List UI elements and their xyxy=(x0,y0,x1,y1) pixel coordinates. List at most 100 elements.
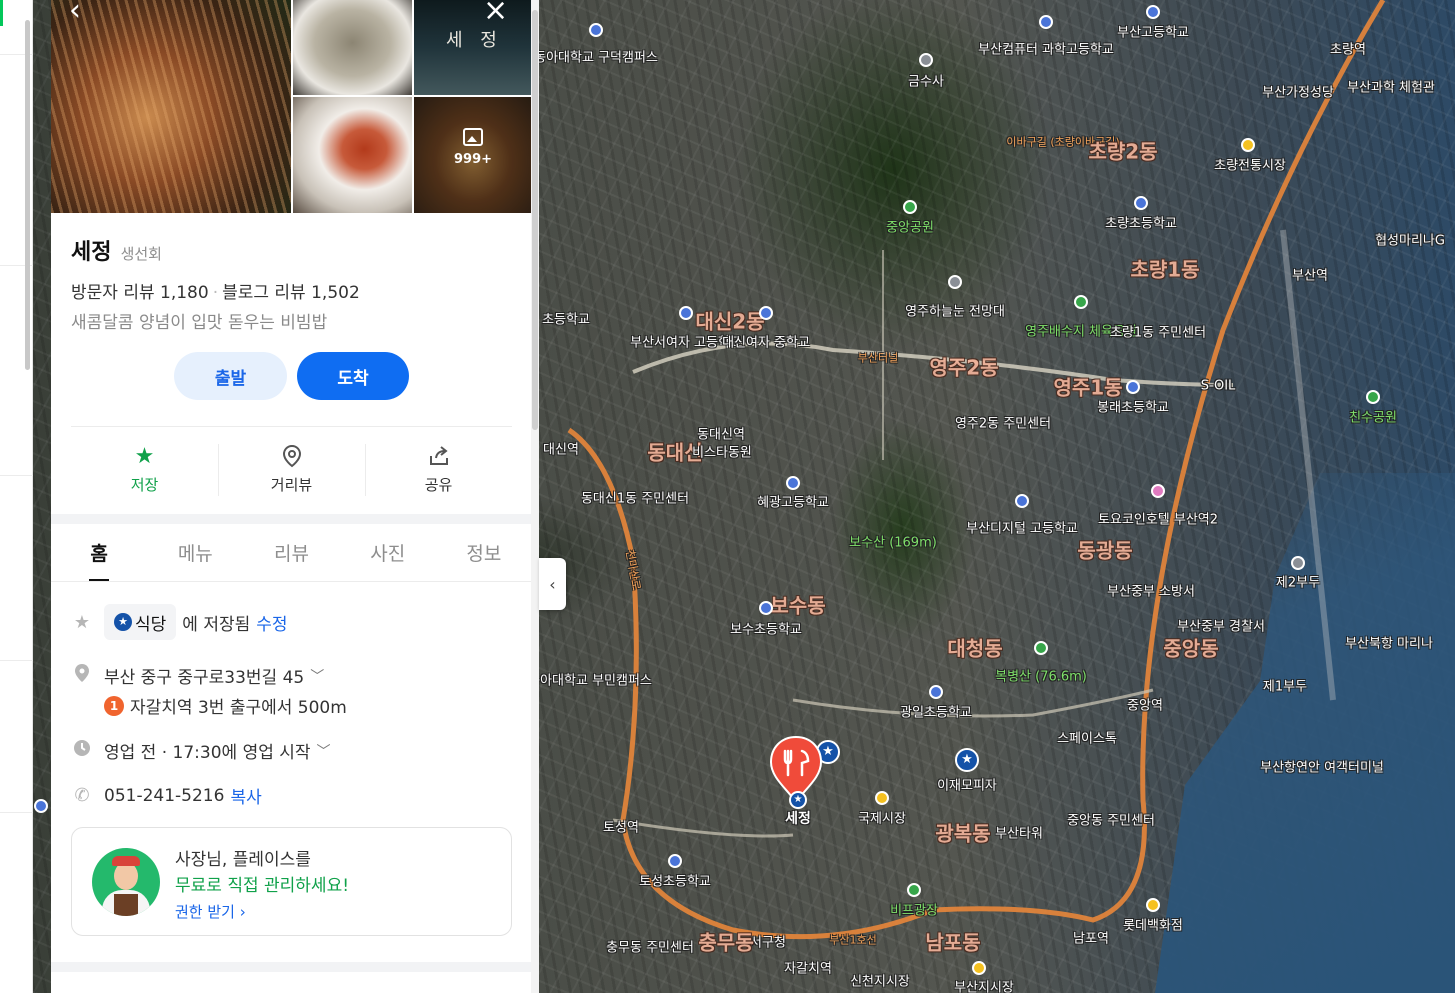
photo-main[interactable] xyxy=(51,0,291,213)
school-poi-icon[interactable] xyxy=(929,685,943,699)
map-label[interactable]: 영주1동 xyxy=(1053,378,1122,398)
map-label[interactable]: 대신여자 중학교 xyxy=(722,336,810,351)
map-label[interactable]: 충무동 주민센터 xyxy=(606,941,694,956)
map-label[interactable]: 광복동 xyxy=(935,824,990,844)
map-label[interactable]: 복병산 (76.6m) xyxy=(995,670,1087,685)
school-poi-icon[interactable] xyxy=(759,306,773,320)
tab-menu[interactable]: 메뉴 xyxy=(147,524,243,581)
map-label[interactable]: 부산고등학교 xyxy=(1117,26,1189,41)
map-label[interactable]: 서구청 xyxy=(750,936,786,951)
school-poi-icon[interactable] xyxy=(786,476,800,490)
owner-promo-card[interactable]: 사장님, 플레이스를 무료로 직접 관리하세요! 권한 받기 › xyxy=(71,827,512,936)
map-label[interactable]: 부산컴퓨터 과학고등학교 xyxy=(978,43,1114,58)
map-label[interactable]: 중앙역 xyxy=(1127,699,1163,714)
map-label[interactable]: 초량전통시장 xyxy=(1214,159,1286,174)
map-label[interactable]: 보수동 xyxy=(770,596,825,616)
map-label[interactable]: 영주하늘눈 전망대 xyxy=(905,305,1005,320)
hotel-poi-icon[interactable] xyxy=(1151,484,1165,498)
share-button[interactable]: 공유 xyxy=(365,438,512,500)
map-label[interactable]: 영주2동 주민센터 xyxy=(955,417,1051,432)
market-poi-icon[interactable] xyxy=(1241,138,1255,152)
map-label[interactable]: 비프광장 xyxy=(890,904,938,919)
map-label[interactable]: 부산북항 마리나 xyxy=(1345,637,1433,652)
map-label[interactable]: 부산타워 xyxy=(995,827,1043,842)
map-label[interactable]: 초량초등학교 xyxy=(1105,217,1177,232)
school-poi-icon[interactable] xyxy=(1015,494,1029,508)
map-label[interactable]: 초량역 xyxy=(1330,43,1366,58)
map-label[interactable]: 부산중부 경찰서 xyxy=(1177,620,1265,635)
map-label[interactable]: 초량1동 주민센터 xyxy=(1110,326,1206,341)
map-label[interactable]: 중앙동 주민센터 xyxy=(1067,814,1155,829)
map-label[interactable]: 부산디지털 고등학교 xyxy=(966,522,1078,537)
close-icon[interactable]: × xyxy=(483,0,508,26)
depart-button[interactable]: 출발 xyxy=(174,352,287,400)
tab-info[interactable]: 정보 xyxy=(436,524,532,581)
map-label[interactable]: 금수사 xyxy=(908,75,944,90)
map-label[interactable]: 혜광고등학교 xyxy=(757,496,829,511)
map-label[interactable]: 국제시장 xyxy=(858,812,906,827)
map-label[interactable]: 초등학교 xyxy=(542,313,590,328)
map-label[interactable]: 신천지시장 xyxy=(850,975,910,990)
mountain-poi-icon[interactable] xyxy=(1034,641,1048,655)
map-label[interactable]: 광일초등학교 xyxy=(900,706,972,721)
map-label[interactable]: 친수공원 xyxy=(1349,411,1397,426)
photo-thumb[interactable] xyxy=(293,97,412,213)
park-poi-icon[interactable] xyxy=(903,200,917,214)
photo-thumb[interactable] xyxy=(414,0,532,95)
map-label[interactable]: 부산터널 xyxy=(858,351,898,366)
back-arrow-icon[interactable]: ‹ xyxy=(69,0,81,26)
edit-link[interactable]: 수정 xyxy=(256,610,287,635)
shopping-poi-icon[interactable] xyxy=(1146,898,1160,912)
map-label[interactable]: S-OIL xyxy=(1201,379,1236,394)
map-label[interactable]: 동아대학교 부민캠퍼스 xyxy=(528,674,652,689)
map-label[interactable]: 제1부두 xyxy=(1263,680,1307,695)
map-label[interactable]: 중앙동 xyxy=(1163,639,1218,659)
map-label[interactable]: 보수산 (169m) xyxy=(849,536,937,551)
street-view-button[interactable]: 거리뷰 xyxy=(218,438,365,500)
school-poi-icon[interactable] xyxy=(679,306,693,320)
marker-label[interactable]: 세정 xyxy=(785,808,811,828)
map-label[interactable]: 동대신1동 주민센터 xyxy=(581,492,689,507)
panel-scroll-thumb[interactable] xyxy=(532,10,538,430)
map-label[interactable]: 초량1동 xyxy=(1130,260,1199,280)
map-label[interactable]: 남포역 xyxy=(1073,932,1109,947)
school-poi-icon[interactable] xyxy=(34,799,48,813)
map-label[interactable]: 대신2동 xyxy=(695,312,764,332)
school-poi-icon[interactable] xyxy=(668,854,682,868)
list-scrollbar[interactable] xyxy=(25,20,30,370)
chevron-down-icon[interactable]: ﹀ xyxy=(310,666,324,686)
map-label[interactable]: 토성초등학교 xyxy=(639,875,711,890)
school-poi-icon[interactable] xyxy=(589,23,603,37)
collapse-panel-button[interactable]: ‹ xyxy=(539,558,566,610)
map-label[interactable]: 토성역 xyxy=(603,821,639,836)
map-label[interactable]: 비스타동원 xyxy=(692,446,752,461)
map-label[interactable]: 부산중부 소방서 xyxy=(1107,585,1195,600)
saved-folder-chip[interactable]: ★ 식당 xyxy=(104,604,177,640)
map-label[interactable]: 대신역 xyxy=(543,443,579,458)
map-label[interactable]: 부산가정성당 xyxy=(1262,86,1334,101)
copy-link[interactable]: 복사 xyxy=(230,783,261,808)
map-label[interactable]: 스페이스톡 xyxy=(1057,732,1117,747)
map-label[interactable]: 남포동 xyxy=(925,933,980,953)
panel-scrollbar[interactable] xyxy=(531,0,539,993)
tab-photos[interactable]: 사진 xyxy=(340,524,436,581)
map-label[interactable]: 협성마리나G xyxy=(1375,234,1445,249)
chevron-down-icon[interactable]: ﹀ xyxy=(317,741,331,761)
visitor-reviews-link[interactable]: 방문자 리뷰 1,180 xyxy=(71,283,209,303)
map-label[interactable]: 동아대학교 구덕캠퍼스 xyxy=(534,51,658,66)
park-poi-icon[interactable] xyxy=(1366,390,1380,404)
school-poi-icon[interactable] xyxy=(1146,5,1160,19)
map-label[interactable]: 부산지시장 xyxy=(954,981,1014,993)
market-poi-icon[interactable] xyxy=(875,791,889,805)
map-label[interactable]: 영주2동 xyxy=(929,358,998,378)
map-label[interactable]: 부산역 xyxy=(1292,269,1328,284)
claim-link[interactable]: 권한 받기 › xyxy=(175,901,246,922)
map-label[interactable]: 자갈치역 xyxy=(784,962,832,977)
school-poi-icon[interactable] xyxy=(1126,380,1140,394)
school-poi-icon[interactable] xyxy=(1134,196,1148,210)
save-button[interactable]: ★ 저장 xyxy=(71,438,218,500)
viewpoint-poi-icon[interactable] xyxy=(948,275,962,289)
park-poi-icon[interactable] xyxy=(907,883,921,897)
map-label[interactable]: 봉래초등학교 xyxy=(1097,401,1169,416)
photo-thumb[interactable] xyxy=(293,0,412,95)
